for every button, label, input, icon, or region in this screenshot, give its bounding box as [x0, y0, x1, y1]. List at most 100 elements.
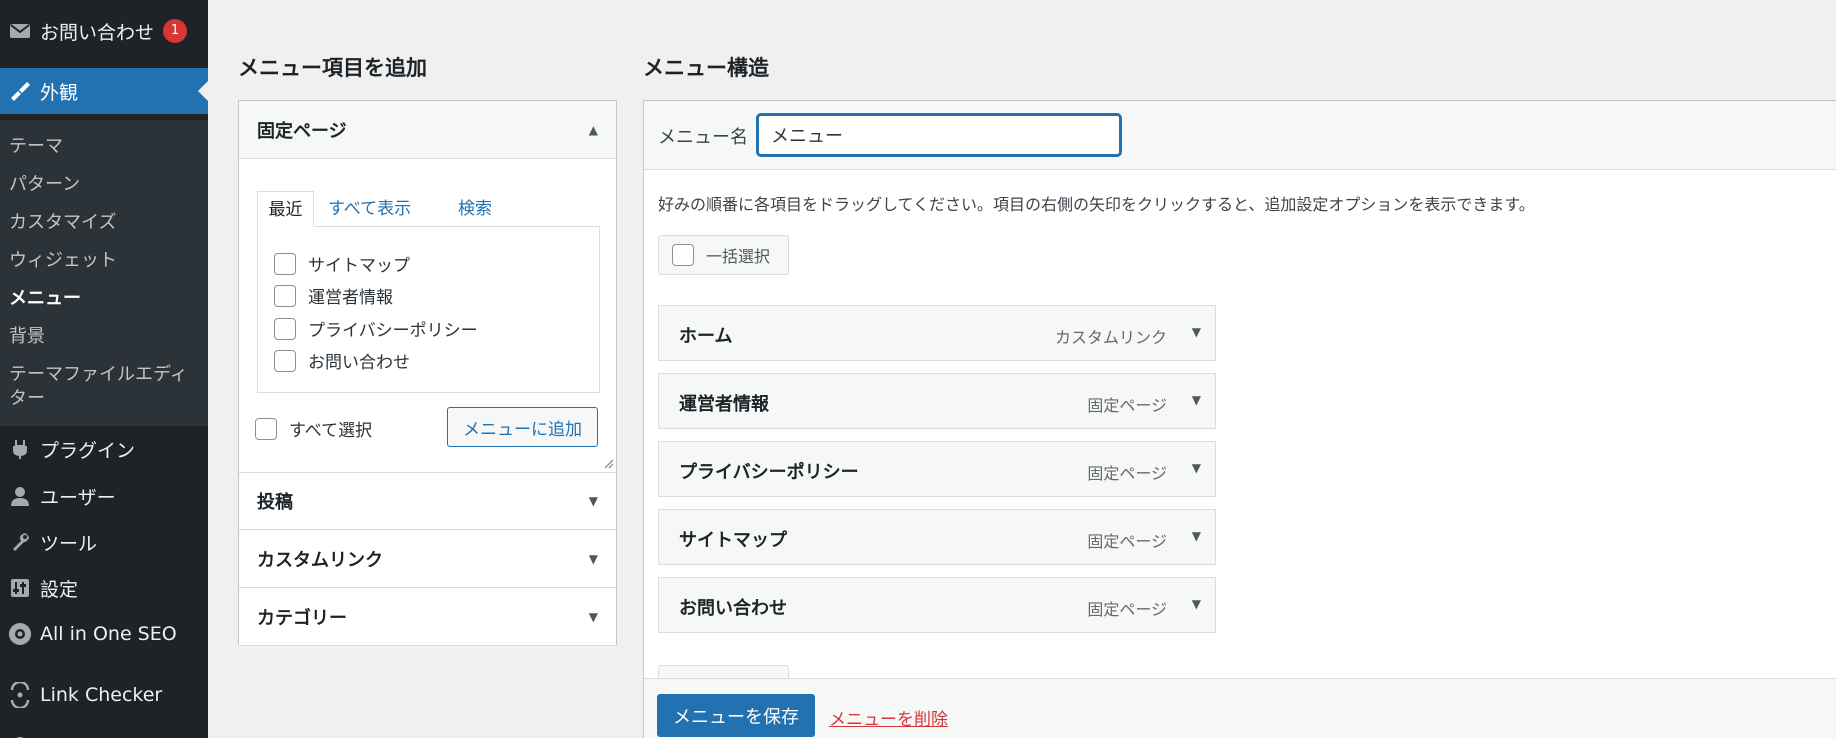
section-custom-links-header[interactable]: カスタムリンク ▼	[239, 530, 616, 588]
sidebar-item-appearance[interactable]: 外観	[0, 68, 208, 114]
section-title: カスタムリンク	[257, 549, 383, 571]
expand-arrow-icon[interactable]: ▼	[1192, 325, 1201, 339]
sidebar-item-truncated[interactable]	[0, 722, 208, 738]
menu-item-title: ホーム	[679, 326, 733, 347]
sidebar-item-settings[interactable]: 設定	[0, 565, 208, 611]
page-checkbox[interactable]	[274, 252, 296, 275]
settings-icon	[0, 577, 40, 599]
sidebar-item-link-checker[interactable]: Link Checker	[0, 672, 208, 718]
section-title: カテゴリー	[257, 607, 347, 629]
collapse-arrow-icon: ▲	[588, 122, 598, 137]
save-menu-button[interactable]: メニューを保存	[657, 694, 815, 737]
menu-item[interactable]: ホーム カスタムリンク ▼	[658, 305, 1216, 361]
expand-arrow-icon[interactable]: ▼	[1192, 597, 1201, 611]
pages-tabs: 最近 すべて表示 検索	[257, 191, 600, 227]
page-label: サイトマップ	[308, 256, 410, 276]
section-categories-header[interactable]: カテゴリー ▼	[239, 588, 616, 646]
sidebar-item-label: お問い合わせ	[40, 21, 155, 44]
menu-item-type: 固定ページ	[1087, 396, 1167, 415]
sidebar-item-contact[interactable]: お問い合わせ 1	[0, 8, 208, 54]
tab-recent[interactable]: 最近	[257, 191, 314, 227]
menu-item-type: 固定ページ	[1087, 600, 1167, 619]
delete-menu-link[interactable]: メニューを削除	[829, 705, 948, 730]
mail-icon	[0, 22, 40, 40]
menu-item[interactable]: 運営者情報 固定ページ ▼	[658, 373, 1216, 429]
seo-gear-icon	[0, 621, 40, 647]
menu-item[interactable]: お問い合わせ 固定ページ ▼	[658, 577, 1216, 633]
section-pages-header[interactable]: 固定ページ ▲	[239, 101, 616, 159]
wrench-icon	[0, 531, 40, 553]
expand-arrow-icon: ▼	[588, 551, 598, 566]
menu-item-title: お問い合わせ	[679, 598, 787, 619]
menu-name-bar: メニュー名	[644, 101, 1836, 170]
add-items-accordion: 固定ページ ▲ 最近 すべて表示 検索 サイトマップ 運営者情報 プライバシーポ…	[238, 100, 617, 646]
add-to-menu-button[interactable]: メニューに追加	[447, 407, 598, 447]
page-checkbox[interactable]	[274, 317, 296, 340]
expand-arrow-icon[interactable]: ▼	[1192, 529, 1201, 543]
submenu-item-menus[interactable]: メニュー	[9, 284, 81, 310]
select-all-label: すべて選択	[289, 421, 373, 441]
bulk-select-checkbox[interactable]	[672, 244, 694, 266]
menu-name-input[interactable]	[757, 114, 1121, 156]
submenu-item-customize[interactable]: カスタマイズ	[9, 208, 116, 234]
section-posts-header[interactable]: 投稿 ▼	[239, 472, 616, 530]
menu-instructions: 好みの順番に各項目をドラッグしてください。項目の右側の矢印をクリックすると、追加…	[658, 195, 1535, 214]
menu-item-type: 固定ページ	[1087, 464, 1167, 483]
sidebar-item-label: Link Checker	[40, 684, 163, 706]
sidebar-item-label: 外観	[40, 81, 79, 104]
sidebar-item-label: All in One SEO	[40, 623, 177, 645]
expand-arrow-icon: ▼	[588, 609, 598, 624]
sidebar-item-users[interactable]: ユーザー	[0, 473, 208, 519]
submenu-item-theme-editor[interactable]: テーマファイルエディ	[9, 360, 188, 386]
link-checker-icon	[0, 682, 40, 708]
menu-item-title: プライバシーポリシー	[679, 462, 859, 483]
expand-arrow-icon: ▼	[588, 494, 598, 508]
menu-structure-heading: メニュー構造	[643, 56, 769, 80]
tab-view-all[interactable]: すべて表示	[328, 191, 411, 227]
page-checkbox[interactable]	[274, 349, 296, 372]
appearance-icon	[0, 80, 40, 102]
expand-arrow-icon[interactable]: ▼	[1192, 393, 1201, 407]
section-title: 投稿	[257, 492, 293, 513]
list-item[interactable]: サイトマップ	[274, 251, 410, 276]
page-checkbox[interactable]	[274, 284, 296, 307]
list-item[interactable]: お問い合わせ	[274, 348, 410, 373]
user-icon	[0, 485, 40, 507]
page-label: 運営者情報	[308, 288, 393, 308]
sidebar-item-tools[interactable]: ツール	[0, 519, 208, 565]
submenu-item-patterns[interactable]: パターン	[9, 170, 80, 196]
submenu-item-background[interactable]: 背景	[9, 322, 45, 348]
menu-footer: メニューを保存 メニューを削除	[644, 678, 1836, 738]
menu-item-type: カスタムリンク	[1054, 328, 1167, 347]
submenu-item-theme-editor-cont[interactable]: ター	[9, 384, 45, 410]
sidebar-item-label: ツール	[40, 532, 98, 555]
sidebar-item-label: 設定	[40, 578, 79, 601]
bulk-select-label: 一括選択	[706, 247, 771, 266]
submenu-item-themes[interactable]: テーマ	[9, 132, 63, 158]
section-title: 固定ページ	[257, 120, 347, 142]
list-item[interactable]: 運営者情報	[274, 283, 393, 308]
gear-icon	[0, 734, 40, 738]
menu-item-type: 固定ページ	[1087, 532, 1167, 551]
submenu-item-widgets[interactable]: ウィジェット	[9, 246, 117, 272]
list-item[interactable]: プライバシーポリシー	[274, 316, 478, 341]
admin-sidebar: お問い合わせ 1 外観 テーマ パターン カスタマイズ ウィジェット メニュー …	[0, 0, 208, 738]
bulk-select-toggle[interactable]: 一括選択	[658, 235, 789, 275]
add-menu-items-heading: メニュー項目を追加	[238, 56, 427, 80]
tab-search[interactable]: 検索	[458, 191, 492, 227]
sidebar-item-plugins[interactable]: プラグイン	[0, 426, 208, 472]
menu-name-label: メニュー名	[658, 127, 748, 148]
select-all-row[interactable]: すべて選択	[255, 416, 372, 441]
menu-item[interactable]: プライバシーポリシー 固定ページ ▼	[658, 441, 1216, 497]
resize-handle-icon[interactable]	[602, 457, 614, 469]
sidebar-item-label: プラグイン	[40, 439, 136, 462]
sidebar-item-aioseo[interactable]: All in One SEO	[0, 611, 208, 657]
recent-pages-panel: サイトマップ 運営者情報 プライバシーポリシー お問い合わせ	[257, 226, 600, 393]
menu-item[interactable]: サイトマップ 固定ページ ▼	[658, 509, 1216, 565]
page-label: お問い合わせ	[308, 353, 410, 373]
sidebar-item-label: ユーザー	[40, 486, 116, 509]
notification-badge: 1	[163, 19, 188, 43]
expand-arrow-icon[interactable]: ▼	[1192, 461, 1201, 475]
select-all-checkbox[interactable]	[255, 417, 277, 440]
menu-structure-panel: メニュー名 好みの順番に各項目をドラッグしてください。項目の右側の矢印をクリック…	[643, 100, 1836, 738]
